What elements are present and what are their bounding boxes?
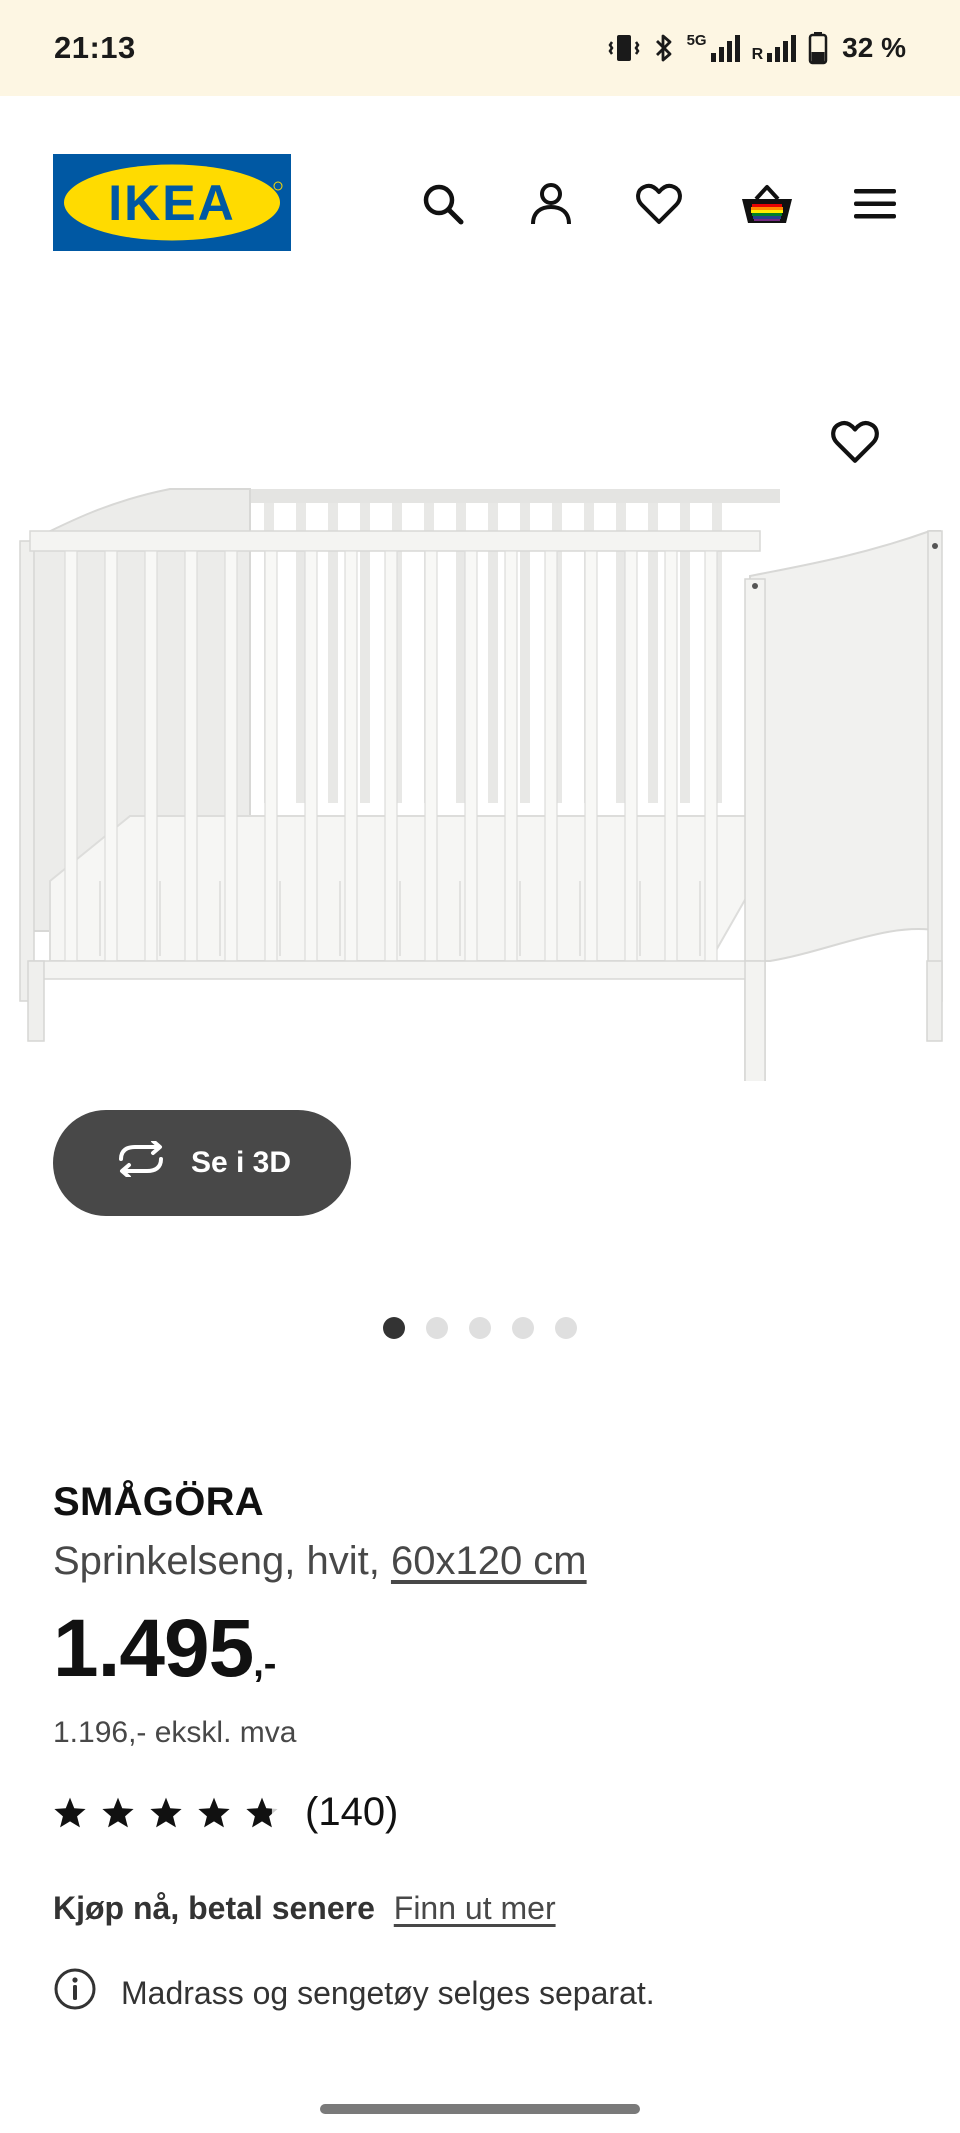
star-icon: [102, 1797, 134, 1828]
profile-icon[interactable]: [516, 176, 586, 232]
battery-percent: 32 %: [842, 32, 906, 63]
bluetooth-icon: [651, 31, 677, 65]
rating-count: (140): [305, 1790, 399, 1834]
cart-icon[interactable]: [732, 176, 802, 232]
status-time: 21:13: [54, 30, 136, 65]
star-icon: [54, 1797, 86, 1828]
pay-later-label: Kjøp nå, betal senere: [53, 1890, 375, 1926]
star-icon: [150, 1797, 182, 1828]
product-description: Sprinkelseng, hvit, 60x120 cm: [53, 1539, 913, 1584]
pay-later-link[interactable]: Finn ut mer: [394, 1890, 556, 1926]
roaming-label: R: [751, 46, 764, 63]
product-name: SMÅGÖRA: [53, 1480, 264, 1524]
product-gallery[interactable]: Se i 3D: [0, 311, 960, 1361]
product-rating[interactable]: (140): [53, 1790, 913, 1835]
pay-later-row: Kjøp nå, betal senere Finn ut mer: [53, 1890, 913, 1927]
carousel-dot[interactable]: [383, 1317, 405, 1339]
view-3d-label: Se i 3D: [190, 1146, 292, 1179]
price-main: 1.495: [53, 1603, 254, 1694]
price-suffix: ,-: [253, 1643, 277, 1685]
gesture-home-bar[interactable]: [320, 2104, 640, 2114]
carousel-dot[interactable]: [426, 1317, 448, 1339]
carousel-dot[interactable]: [512, 1317, 534, 1339]
signal-roaming-icon: R: [752, 33, 799, 63]
site-header: IKEA: [0, 96, 960, 311]
ikea-logo[interactable]: IKEA: [53, 154, 291, 251]
product-price: 1.495 ,-: [53, 1602, 913, 1696]
info-icon: [53, 1967, 97, 2019]
price-ex-vat: 1.196,- ekskl. mva: [53, 1716, 297, 1749]
carousel-indicators: [0, 1317, 960, 1339]
logo-text: IKEA: [108, 175, 235, 231]
search-icon[interactable]: [408, 176, 478, 232]
status-icons: 5G R 32 %: [607, 31, 906, 65]
star-icon: [198, 1797, 230, 1828]
status-bar: 21:13 5G R 32 %: [0, 0, 960, 96]
vibrate-icon: [607, 31, 641, 65]
carousel-dot[interactable]: [469, 1317, 491, 1339]
star-partial-icon: [246, 1797, 278, 1828]
header-actions: [408, 176, 910, 232]
rating-stars: [53, 1796, 279, 1829]
notice-text: Madrass og sengetøy selges separat.: [121, 1974, 655, 2011]
menu-icon[interactable]: [840, 176, 910, 232]
product-size-link[interactable]: 60x120 cm: [391, 1539, 587, 1583]
product-type: Sprinkelseng, hvit,: [53, 1539, 391, 1583]
product-image-crib: [10, 461, 950, 1102]
rotate-3d-icon: [113, 1139, 169, 1185]
carousel-dot[interactable]: [555, 1317, 577, 1339]
heart-icon[interactable]: [624, 176, 694, 232]
signal-5g-icon: 5G: [687, 33, 742, 63]
mattress-notice: Madrass og sengetøy selges separat.: [53, 1967, 913, 2019]
product-info: SMÅGÖRA Sprinkelseng, hvit, 60x120 cm 1.…: [53, 1480, 913, 2019]
network-label: 5G: [686, 32, 707, 49]
view-3d-button[interactable]: Se i 3D: [53, 1110, 351, 1216]
battery-icon: [808, 31, 828, 65]
